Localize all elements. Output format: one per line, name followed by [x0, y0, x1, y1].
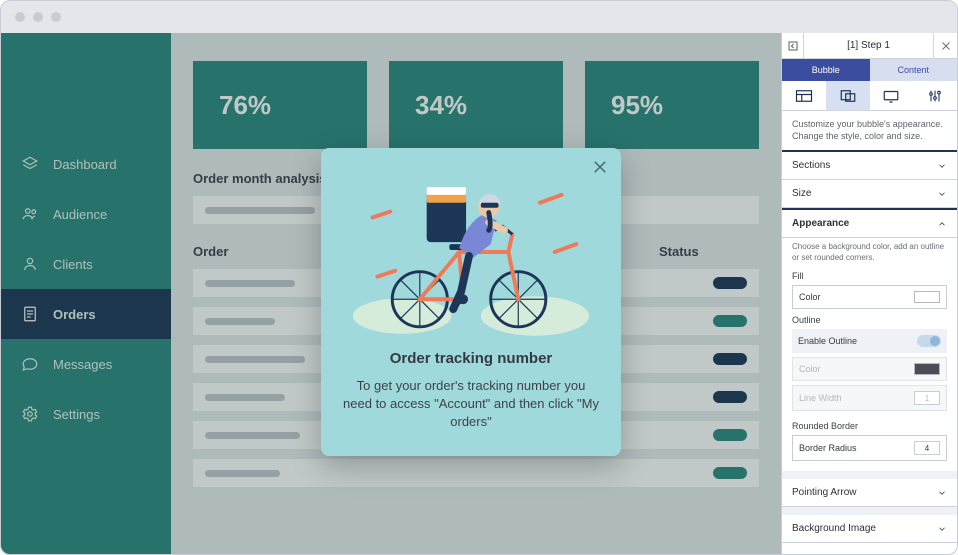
user-icon [21, 255, 39, 273]
chat-icon [21, 355, 39, 373]
chevron-down-icon [937, 189, 947, 199]
status-badge [713, 467, 747, 479]
tab-bubble[interactable]: Bubble [782, 59, 870, 81]
sidebar: Dashboard Audience Clients Orders Messag… [1, 33, 171, 554]
chevron-up-icon [937, 219, 947, 229]
status-badge [713, 315, 747, 327]
panel-close-button[interactable] [933, 33, 957, 58]
appearance-desc: Choose a background color, add an outlin… [792, 242, 947, 263]
sidebar-item-label: Audience [53, 207, 107, 222]
window-dot [51, 12, 61, 22]
browser-window: Dashboard Audience Clients Orders Messag… [0, 0, 958, 555]
toggle-switch [917, 335, 941, 347]
col-status: Status [659, 244, 759, 259]
layout-icon [795, 89, 813, 103]
icon-tab-display[interactable] [870, 81, 914, 110]
icon-tab-appearance[interactable] [826, 81, 870, 110]
panel-title: [1] Step 1 [804, 40, 933, 51]
document-icon [21, 305, 39, 323]
sidebar-item-dashboard[interactable]: Dashboard [1, 139, 171, 189]
tab-content[interactable]: Content [870, 59, 958, 81]
browser-chrome [1, 1, 957, 33]
color-swatch [914, 363, 940, 375]
sidebar-item-label: Messages [53, 357, 112, 372]
stat-card: 34% [389, 61, 563, 149]
tooltip-bubble: Order tracking number To get your order'… [321, 148, 621, 456]
sidebar-item-audience[interactable]: Audience [1, 189, 171, 239]
line-width-value: 1 [914, 391, 940, 405]
window-dot [33, 12, 43, 22]
sidebar-item-settings[interactable]: Settings [1, 389, 171, 439]
accordion-label: Size [792, 188, 811, 199]
rounded-label: Rounded Border [792, 421, 947, 431]
chevron-down-icon [937, 524, 947, 534]
outline-label: Outline [792, 315, 947, 325]
fill-color-picker[interactable]: Color [792, 285, 947, 309]
line-width-field: Line Width 1 [792, 385, 947, 411]
users-icon [21, 205, 39, 223]
gear-icon [21, 405, 39, 423]
icon-tab-layout[interactable] [782, 81, 826, 110]
sidebar-item-label: Orders [53, 307, 96, 322]
panel-description: Customize your bubble's appearance. Chan… [782, 111, 957, 152]
stat-value: 76% [219, 90, 271, 121]
modal-title: Order tracking number [343, 350, 599, 367]
close-icon [940, 40, 952, 52]
line-width-label: Line Width [799, 393, 842, 403]
accordion-sections[interactable]: Sections [782, 152, 957, 180]
stat-value: 95% [611, 90, 663, 121]
accordion-label: Sections [792, 160, 830, 171]
status-badge [713, 353, 747, 365]
color-label: Color [799, 364, 821, 374]
accordion-label: Background Image [792, 523, 876, 534]
sidebar-item-label: Dashboard [53, 157, 117, 172]
accordion-appearance[interactable]: Appearance [782, 208, 957, 238]
color-swatch [914, 291, 940, 303]
sidebar-item-clients[interactable]: Clients [1, 239, 171, 289]
sliders-icon [927, 88, 943, 104]
accordion-label: Pointing Arrow [792, 487, 856, 498]
sidebar-item-label: Settings [53, 407, 100, 422]
accordion-pointing-arrow[interactable]: Pointing Arrow [782, 479, 957, 507]
sidebar-item-label: Clients [53, 257, 93, 272]
display-icon [882, 89, 900, 103]
status-badge [713, 391, 747, 403]
chevron-down-icon [937, 161, 947, 171]
close-button[interactable] [591, 158, 609, 176]
status-badge [713, 429, 747, 441]
stat-card: 76% [193, 61, 367, 149]
modal-body: To get your order's tracking number you … [343, 377, 599, 432]
fill-label: Fill [792, 271, 947, 281]
stat-card: 95% [585, 61, 759, 149]
icon-tab-sliders[interactable] [913, 81, 957, 110]
stat-value: 34% [415, 90, 467, 121]
accordion-size[interactable]: Size [782, 180, 957, 208]
window-dot [15, 12, 25, 22]
color-label: Color [799, 292, 821, 302]
border-radius-label: Border Radius [799, 443, 857, 453]
properties-panel: [1] Step 1 Bubble Content [781, 33, 957, 554]
sidebar-item-messages[interactable]: Messages [1, 339, 171, 389]
accordion-background-image[interactable]: Background Image [782, 515, 957, 543]
sidebar-item-orders[interactable]: Orders [1, 289, 171, 339]
border-radius-value: 4 [914, 441, 940, 455]
chevron-down-icon [937, 488, 947, 498]
appearance-body: Choose a background color, add an outlin… [782, 238, 957, 471]
outline-color-picker: Color [792, 357, 947, 381]
enable-outline-toggle[interactable]: Enable Outline [792, 329, 947, 353]
close-icon [591, 158, 609, 176]
border-radius-field[interactable]: Border Radius 4 [792, 435, 947, 461]
illustration [343, 162, 599, 342]
table-row[interactable] [193, 459, 759, 487]
status-badge [713, 277, 747, 289]
appearance-icon [839, 89, 857, 103]
panel-back-button[interactable] [782, 33, 804, 58]
layers-icon [21, 155, 39, 173]
accordion-label: Appearance [792, 218, 849, 229]
back-icon [787, 40, 799, 52]
toggle-label: Enable Outline [798, 336, 857, 346]
